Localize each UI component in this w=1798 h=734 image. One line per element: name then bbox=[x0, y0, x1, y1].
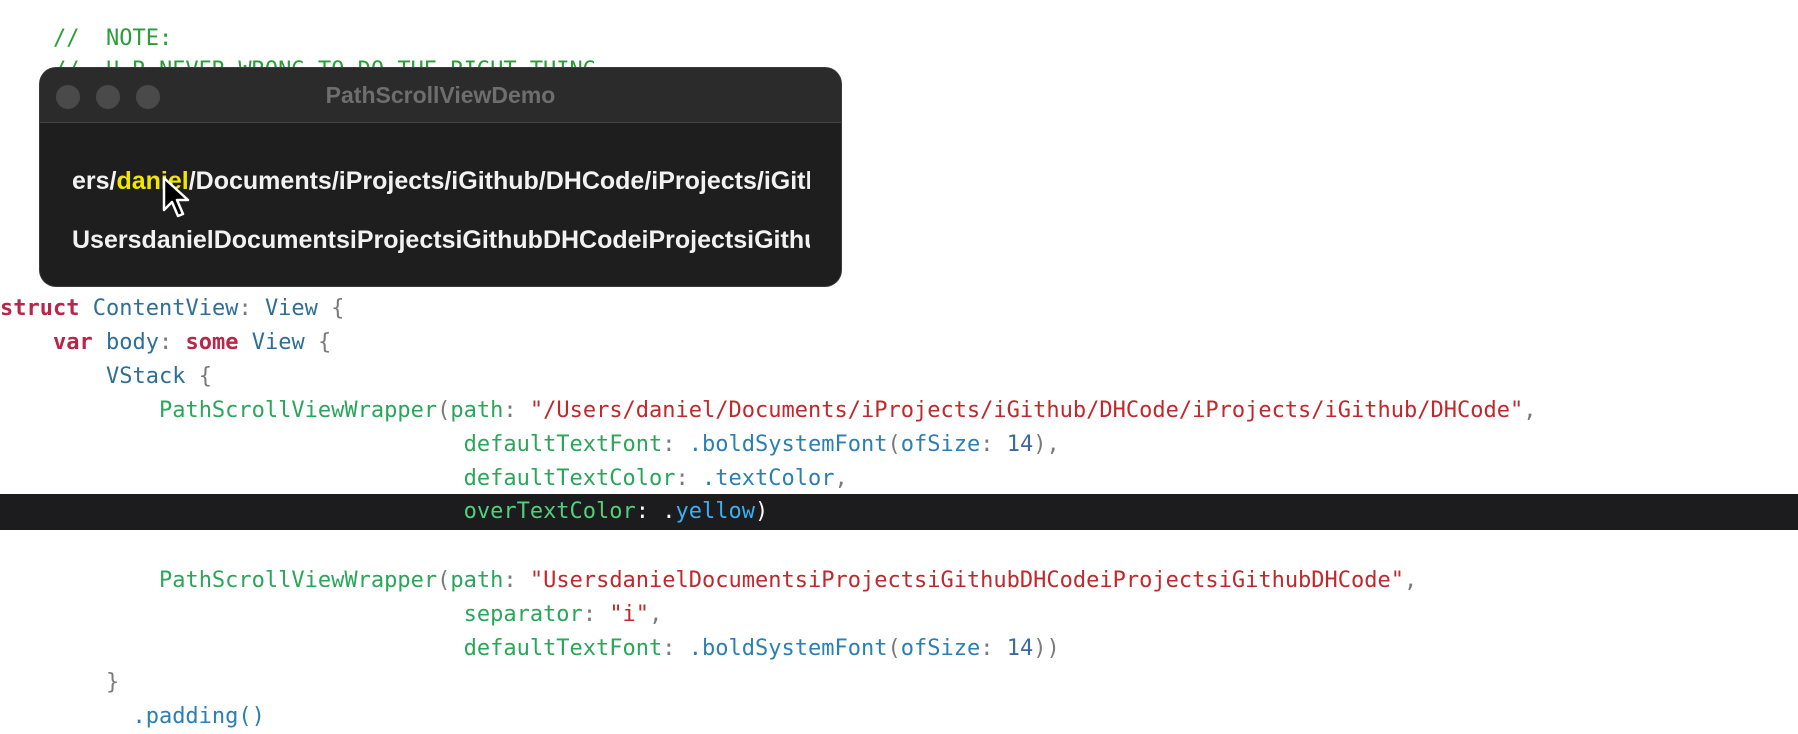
path-segment[interactable]: UsersdanielDocumentsiProjectsiGithubDHCo… bbox=[72, 226, 810, 254]
open-brace: { bbox=[198, 364, 212, 389]
var-keyword: var bbox=[52, 330, 93, 355]
code-line-separator: separator: "i", bbox=[463, 602, 663, 627]
some-type: View bbox=[251, 330, 305, 355]
open-brace: { bbox=[317, 330, 332, 355]
bold-font-func: .boldSystemFont bbox=[688, 432, 888, 457]
yellow-member: yellow bbox=[675, 499, 756, 524]
bold-font-func: .boldSystemFont bbox=[688, 636, 888, 661]
window-titlebar[interactable]: PathScrollViewDemo bbox=[40, 68, 841, 123]
path-string-1: "/Users/daniel/Documents/iProjects/iGith… bbox=[529, 398, 1524, 423]
code-line-wrapper2: PathScrollViewWrapper(path: "Usersdaniel… bbox=[158, 568, 1418, 593]
wrapper-call: PathScrollViewWrapper bbox=[158, 398, 438, 423]
over-color-param: overTextColor bbox=[463, 499, 636, 524]
var-name: body bbox=[105, 330, 159, 355]
code-line-font: defaultTextFont: .boldSystemFont(ofSize:… bbox=[463, 432, 1060, 457]
padding-call: .padding() bbox=[132, 704, 265, 729]
text-color-member: .textColor bbox=[702, 466, 835, 491]
code-line-over-color: overTextColor: .yellow) bbox=[463, 499, 769, 524]
code-line-wrapper1: PathScrollViewWrapper(path: "/Users/dani… bbox=[158, 398, 1537, 423]
path-param: path bbox=[450, 398, 504, 423]
path-param: path bbox=[450, 568, 504, 593]
default-color-param: defaultTextColor bbox=[463, 466, 676, 491]
close-brace: } bbox=[105, 670, 120, 695]
arrow-pointer-icon bbox=[162, 176, 190, 218]
demo-window[interactable]: PathScrollViewDemo ers/daniel/Documents/… bbox=[40, 68, 841, 286]
default-font-param: defaultTextFont bbox=[463, 432, 663, 457]
wrapper-call: PathScrollViewWrapper bbox=[158, 568, 438, 593]
code-line-close: } bbox=[0, 666, 119, 700]
font-size-value: 14 bbox=[1006, 432, 1034, 457]
of-size-param: ofSize bbox=[900, 432, 981, 457]
code-line-body: var body: some View { bbox=[52, 330, 332, 355]
code-line-struct: struct ContentView: View { bbox=[0, 296, 345, 321]
code-line-vstack: VStack { bbox=[0, 360, 212, 394]
current-line-highlight: overTextColor: .yellow) bbox=[0, 494, 1798, 530]
path-segment[interactable]: /Documents/iProjects/iGithub/DHCode/iPro… bbox=[189, 167, 810, 195]
code-line-quote: // U R NEVER WRONG TO DO THE RIGHT THING… bbox=[0, 20, 609, 83]
window-title: PathScrollViewDemo bbox=[325, 82, 556, 108]
default-font-param: defaultTextFont bbox=[463, 636, 663, 661]
vstack-call: VStack bbox=[105, 364, 186, 389]
path-string-2: "UsersdanielDocumentsiProjectsiGithubDHC… bbox=[529, 568, 1405, 593]
code-line-padding: .padding() bbox=[0, 700, 265, 734]
code-line-note: // NOTE: bbox=[0, 0, 172, 51]
path-scroll-view-2[interactable]: UsersdanielDocumentsiProjectsiGithubDHCo… bbox=[72, 220, 810, 260]
font-size-value: 14 bbox=[1006, 636, 1034, 661]
path-segment[interactable]: ers/ bbox=[72, 167, 116, 195]
open-brace: { bbox=[331, 296, 345, 321]
struct-keyword: struct bbox=[0, 296, 80, 321]
struct-conformance: View bbox=[264, 296, 318, 321]
of-size-param: ofSize bbox=[900, 636, 981, 661]
separator-param: separator bbox=[463, 602, 583, 627]
some-keyword: some bbox=[185, 330, 239, 355]
separator-value: "i" bbox=[609, 602, 650, 627]
code-line-color: defaultTextColor: .textColor, bbox=[463, 466, 848, 491]
struct-name: ContentView bbox=[92, 296, 239, 321]
code-line-font2: defaultTextFont: .boldSystemFont(ofSize:… bbox=[463, 636, 1060, 661]
